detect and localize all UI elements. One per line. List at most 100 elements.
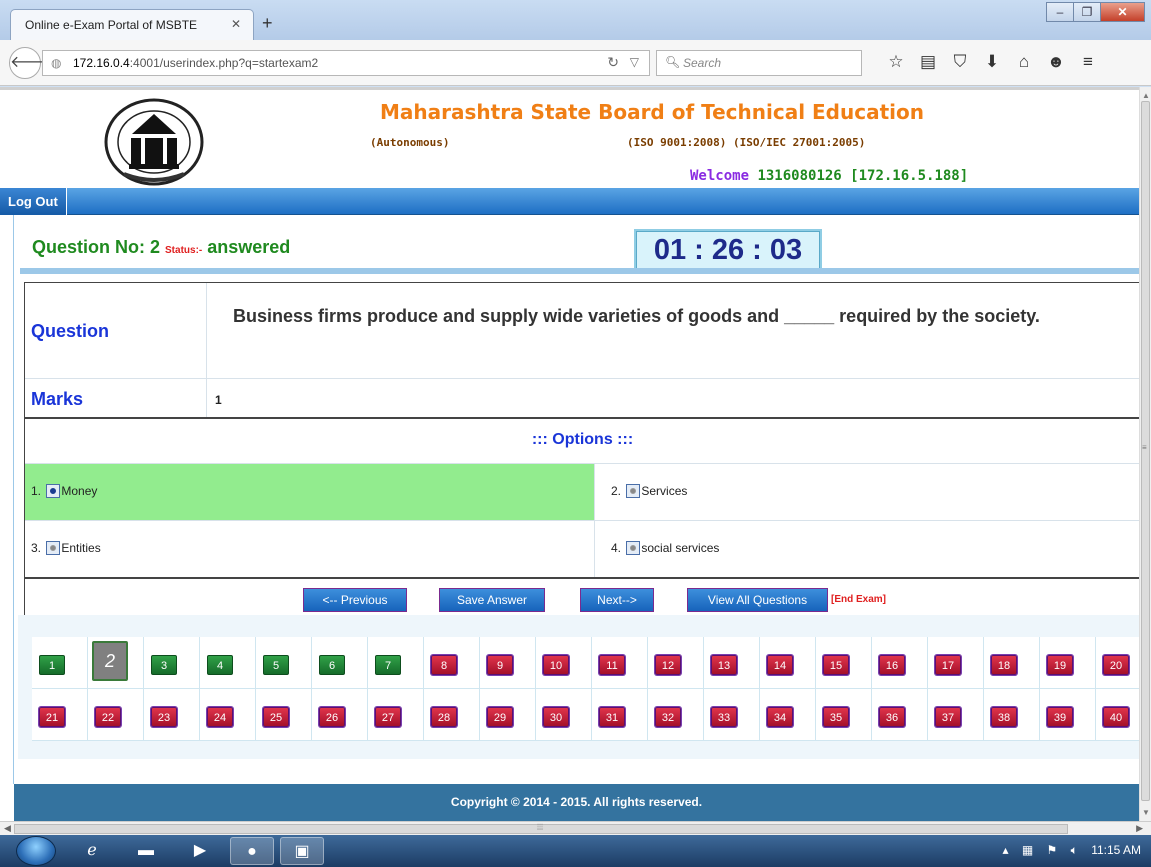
paint-icon[interactable]: ▣ <box>280 837 324 865</box>
close-window-icon[interactable]: ✕ <box>1100 2 1145 22</box>
question-jump-button[interactable]: 17 <box>935 655 961 675</box>
status-value: answered <box>202 237 291 257</box>
clock[interactable]: 11:15 AM <box>1091 843 1141 857</box>
question-jump-button[interactable]: 35 <box>823 707 849 727</box>
question-jump-button[interactable]: 20 <box>1103 655 1129 675</box>
marks-value: 1 <box>215 393 222 407</box>
back-arrow-icon[interactable]: 🡐 <box>9 47 53 79</box>
question-jump-button[interactable]: 14 <box>767 655 793 675</box>
flag-icon[interactable]: ⚑ <box>1047 843 1058 857</box>
question-jump-button[interactable]: 25 <box>263 707 289 727</box>
url-bar[interactable]: ◍ 172.16.0.4:4001/userindex.php?q=starte… <box>42 50 650 76</box>
view-all-questions-button[interactable]: View All Questions <box>687 588 828 612</box>
question-jump-button[interactable]: 2 <box>92 641 128 681</box>
status-label: Status:- <box>165 245 203 256</box>
scroll-left-icon[interactable]: ◀ <box>4 823 11 834</box>
ie-icon[interactable]: ℯ <box>70 837 114 865</box>
question-jump-button[interactable]: 15 <box>823 655 849 675</box>
question-jump-button[interactable]: 28 <box>431 707 457 727</box>
question-jump-button[interactable]: 6 <box>319 655 345 675</box>
bookmark-star-icon[interactable]: ☆ <box>880 52 912 72</box>
question-jump-button[interactable]: 13 <box>711 655 737 675</box>
question-jump-button[interactable]: 33 <box>711 707 737 727</box>
media-player-icon[interactable]: ▶ <box>178 837 222 865</box>
logout-link[interactable]: Log Out <box>0 188 67 215</box>
firefox-icon[interactable]: ● <box>230 837 274 865</box>
dropdown-arrow-icon[interactable]: ▽ <box>630 55 639 69</box>
question-grid-cell: 34 <box>760 689 816 741</box>
question-jump-button[interactable]: 7 <box>375 655 401 675</box>
scroll-up-icon[interactable]: ▲ <box>1142 91 1150 100</box>
option-3[interactable]: 3. Entities <box>25 520 595 577</box>
question-jump-button[interactable]: 1 <box>39 655 65 675</box>
question-jump-button[interactable]: 18 <box>991 655 1017 675</box>
question-jump-button[interactable]: 5 <box>263 655 289 675</box>
chat-icon[interactable]: ☻ <box>1040 52 1072 72</box>
question-grid-cell: 16 <box>872 637 928 689</box>
question-jump-button[interactable]: 22 <box>95 707 121 727</box>
question-jump-button[interactable]: 27 <box>375 707 401 727</box>
network-icon[interactable]: ▦ <box>1022 843 1033 857</box>
end-exam-link[interactable]: [End Exam] <box>831 594 886 605</box>
question-jump-button[interactable]: 30 <box>543 707 569 727</box>
browser-tab[interactable]: Online e-Exam Portal of MSBTE ✕ <box>10 9 254 40</box>
option-radio[interactable] <box>626 541 641 555</box>
question-jump-button[interactable]: 3 <box>151 655 177 675</box>
start-button[interactable] <box>16 836 56 866</box>
divider <box>20 268 1139 274</box>
question-jump-button[interactable]: 11 <box>599 655 625 675</box>
question-jump-button[interactable]: 19 <box>1047 655 1073 675</box>
question-jump-button[interactable]: 29 <box>487 707 513 727</box>
save-answer-button[interactable]: Save Answer <box>439 588 545 612</box>
home-icon[interactable]: ⌂ <box>1008 52 1040 72</box>
reload-icon[interactable]: ↻ <box>607 54 619 71</box>
question-jump-button[interactable]: 4 <box>207 655 233 675</box>
option-2[interactable]: 2. Services <box>595 463 1139 520</box>
question-jump-button[interactable]: 39 <box>1047 707 1073 727</box>
question-jump-button[interactable]: 9 <box>487 655 513 675</box>
question-jump-button[interactable]: 16 <box>879 655 905 675</box>
scroll-right-icon[interactable]: ▶ <box>1136 823 1143 834</box>
option-4[interactable]: 4. social services <box>595 520 1139 577</box>
volume-icon[interactable]: 🔈︎ <box>1071 843 1078 857</box>
horizontal-scrollbar[interactable]: ◀ ⦙⦙⦙ ▶ <box>0 821 1151 835</box>
close-tab-icon[interactable]: ✕ <box>231 17 241 31</box>
question-panel: Question Business firms produce and supp… <box>24 282 1139 621</box>
new-tab-icon[interactable]: + <box>262 13 273 34</box>
question-grid-cell: 24 <box>200 689 256 741</box>
tray-arrow-icon[interactable]: ▴ <box>1002 843 1008 857</box>
scroll-down-icon[interactable]: ▼ <box>1142 808 1150 817</box>
option-radio[interactable] <box>626 484 641 498</box>
question-jump-button[interactable]: 38 <box>991 707 1017 727</box>
question-jump-button[interactable]: 34 <box>767 707 793 727</box>
vertical-scrollbar[interactable]: ▲ ≡ ▼ <box>1139 87 1151 821</box>
option-1[interactable]: 1. Money <box>25 463 595 520</box>
next-button[interactable]: Next--> <box>580 588 654 612</box>
download-icon[interactable]: ⬇ <box>976 52 1008 72</box>
question-jump-button[interactable]: 8 <box>431 655 457 675</box>
explorer-icon[interactable]: ▬ <box>124 837 168 865</box>
site-header: Maharashtra State Board of Technical Edu… <box>0 87 1139 187</box>
menu-icon[interactable]: ≡ <box>1072 52 1104 72</box>
question-jump-button[interactable]: 24 <box>207 707 233 727</box>
search-input[interactable]: 🔍︎ Search <box>656 50 862 76</box>
question-jump-button[interactable]: 10 <box>543 655 569 675</box>
minimize-icon[interactable]: – <box>1046 2 1074 22</box>
question-jump-button[interactable]: 40 <box>1103 707 1129 727</box>
reading-list-icon[interactable]: ▤ <box>912 52 944 72</box>
question-jump-button[interactable]: 23 <box>151 707 177 727</box>
question-jump-button[interactable]: 36 <box>879 707 905 727</box>
question-jump-button[interactable]: 26 <box>319 707 345 727</box>
question-jump-button[interactable]: 31 <box>599 707 625 727</box>
question-grid-cell: 33 <box>704 689 760 741</box>
welcome-text: Welcome 1316080126 [172.16.5.188] <box>690 168 968 184</box>
option-radio[interactable] <box>46 484 61 498</box>
option-radio[interactable] <box>46 541 61 555</box>
question-jump-button[interactable]: 21 <box>39 707 65 727</box>
maximize-icon[interactable]: ❐ <box>1073 2 1101 22</box>
question-jump-button[interactable]: 12 <box>655 655 681 675</box>
pocket-icon[interactable]: ⛉ <box>944 52 976 72</box>
previous-button[interactable]: <-- Previous <box>303 588 407 612</box>
question-jump-button[interactable]: 37 <box>935 707 961 727</box>
question-jump-button[interactable]: 32 <box>655 707 681 727</box>
